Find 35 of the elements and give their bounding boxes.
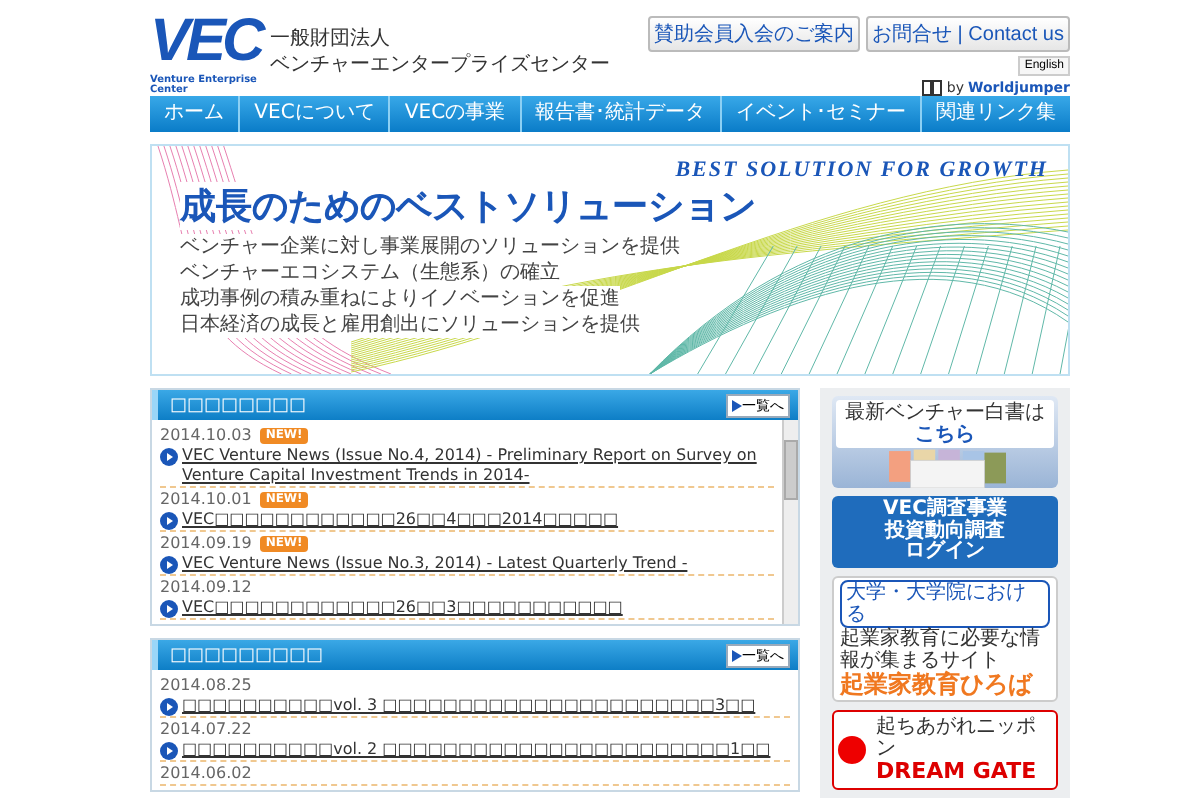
- section-title: □□□□□□□□□: [170, 645, 324, 665]
- header-link-button[interactable]: 賛助会員入会のご案内: [648, 16, 861, 52]
- play-bullet-icon: [160, 556, 178, 574]
- news-date: 2014.08.25: [160, 674, 252, 696]
- news-link[interactable]: □□□□□□□□□□vol. 2 □□□□□□□□□□□□□□□□□□□□□□□1□□: [182, 740, 771, 760]
- news-link[interactable]: VEC□□□□□□□□□□□□26□□4□□□2014□□□□□: [182, 510, 619, 530]
- play-bullet-icon: [160, 742, 178, 760]
- news-link[interactable]: VEC Venture News (Issue No.3, 2014) - Latest Quarterly Trend -: [182, 554, 688, 574]
- header-link-button[interactable]: お問合せ | Contact us: [866, 16, 1070, 52]
- education-banner[interactable]: 大学・大学院における 起業家教育に必要な情報が集まるサイト 起業家教育ひろば: [832, 575, 1058, 701]
- news-date: 2014.09.12: [160, 576, 252, 598]
- news-date: 2014.06.02: [160, 762, 252, 784]
- triangle-icon: [732, 399, 742, 411]
- news-date: 2014.09.19: [160, 532, 252, 554]
- scrollbar[interactable]: [782, 420, 798, 624]
- play-bullet-icon: [160, 698, 178, 716]
- hero-tagline: BEST SOLUTION FOR GROWTH: [675, 158, 1048, 182]
- news-date: 2014.10.03: [160, 424, 252, 446]
- hero-title: 成長のためのベストソリューション: [180, 182, 756, 230]
- play-bullet-icon: [160, 600, 178, 618]
- play-bullet-icon: [160, 512, 178, 530]
- triangle-icon: [732, 649, 742, 661]
- news-link[interactable]: □□□□□□□□□□vol. 3 □□□□□□□□□□□□□□□□□□□□□□3□□: [182, 696, 756, 716]
- survey-login-banner[interactable]: VEC調査事業 投資動向調査 ログイン: [832, 496, 1058, 567]
- section-title: □□□□□□□□: [170, 395, 307, 415]
- news-date: 2014.10.01: [160, 488, 252, 510]
- book-icon: [922, 80, 943, 96]
- org-name: ベンチャーエンタープライズセンター: [270, 52, 610, 78]
- play-bullet-icon: [160, 448, 178, 466]
- news-date: 2014.07.22: [160, 718, 252, 740]
- news-link[interactable]: VEC□□□□□□□□□□□□26□□3□□□□□□□□□□□: [182, 598, 623, 618]
- whitepaper-banner[interactable]: 最新ベンチャー白書は こちら: [832, 396, 1058, 488]
- news-link[interactable]: VEC Venture News (Issue No.4, 2014) - Preliminary Report on Survey on Venture Capital Investment Trends in 2014-: [182, 446, 774, 486]
- dream-gate-banner[interactable]: 起ちあがれニッポン DREAM GATE: [832, 709, 1058, 790]
- org-type: 一般財団法人: [270, 26, 392, 52]
